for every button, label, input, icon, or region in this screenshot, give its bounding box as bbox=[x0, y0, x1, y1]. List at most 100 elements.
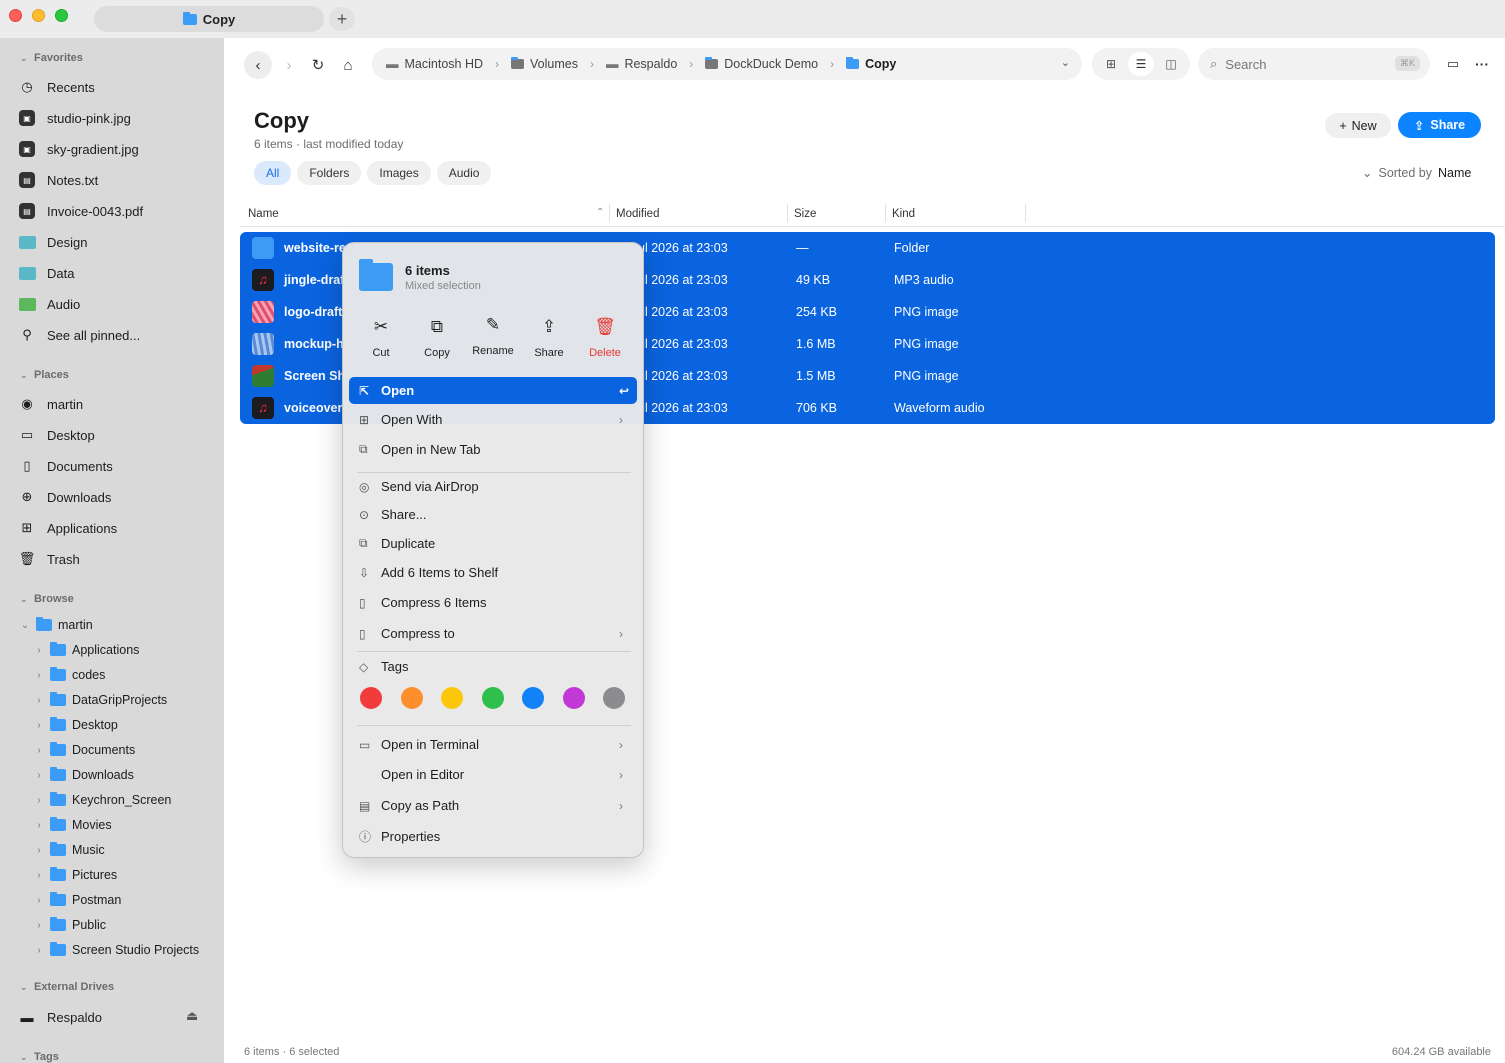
zoom-window-button[interactable] bbox=[55, 9, 68, 22]
tags-section-header[interactable]: ⌄ Tags bbox=[0, 1045, 59, 1063]
browse-tree-item[interactable]: › Applications bbox=[34, 639, 139, 661]
eject-icon[interactable]: ⏏ bbox=[186, 1008, 198, 1024]
sidebar-item-respaldo[interactable]: ▬ Respaldo bbox=[18, 1004, 102, 1030]
tag-color-dot[interactable] bbox=[522, 687, 544, 709]
menu-item-open-in-editor[interactable]: Open in Editor › bbox=[349, 761, 637, 788]
tab-copy[interactable]: Copy bbox=[94, 6, 324, 32]
breadcrumb-item[interactable]: ▬ Respaldo bbox=[606, 57, 677, 71]
browse-tree-item[interactable]: › DataGripProjects bbox=[34, 689, 167, 711]
column-view-icon[interactable]: ◫ bbox=[1158, 52, 1184, 76]
browse-tree-item[interactable]: › Keychron_Screen bbox=[34, 789, 171, 811]
share-button[interactable]: ⇪ Share bbox=[1398, 112, 1481, 138]
tag-color-dot[interactable] bbox=[481, 687, 504, 709]
sidebar-item-trash[interactable]: 🗑 Trash bbox=[18, 546, 80, 572]
browse-section-header[interactable]: ⌄ Browse bbox=[0, 587, 74, 611]
reload-button[interactable]: ↻ bbox=[308, 51, 328, 79]
sidebar-item-see-all-pinned[interactable]: ⚲ See all pinned... bbox=[18, 322, 140, 348]
browse-tree-item[interactable]: › codes bbox=[34, 664, 105, 686]
sort-control[interactable]: ⌄ Sorted by Name bbox=[1362, 165, 1471, 181]
copy-button[interactable]: ⧉ Copy bbox=[411, 317, 463, 359]
menu-item-open-in-terminal[interactable]: ▭ Open in Terminal › bbox=[349, 731, 637, 758]
sidebar-item-notes[interactable]: ▤ Notes.txt bbox=[18, 167, 98, 193]
search-input[interactable]: Search bbox=[1225, 57, 1266, 72]
menu-item-tags[interactable]: ◇ Tags bbox=[349, 653, 637, 680]
forward-button[interactable]: › bbox=[280, 51, 298, 79]
breadcrumb-item[interactable]: DockDuck Demo bbox=[705, 57, 818, 71]
breadcrumb-item[interactable]: Volumes bbox=[511, 57, 578, 71]
list-view-icon[interactable]: ☰ bbox=[1128, 52, 1154, 76]
sidebar-item-invoice[interactable]: ▤ Invoice-0043.pdf bbox=[18, 198, 143, 224]
menu-item-share[interactable]: ⊙ Share... bbox=[349, 501, 637, 528]
grid-view-icon[interactable]: ⊞ bbox=[1098, 52, 1124, 76]
menu-item-open[interactable]: ⇱ Open ↩ bbox=[349, 377, 637, 404]
sidebar-item-sky-gradient[interactable]: ▣ sky-gradient.jpg bbox=[18, 136, 139, 162]
browse-tree-item[interactable]: › Postman bbox=[34, 889, 121, 911]
places-section-header[interactable]: ⌄ Places bbox=[0, 363, 69, 387]
column-header-kind[interactable]: Kind bbox=[892, 202, 915, 226]
browse-tree-item[interactable]: › Movies bbox=[34, 814, 112, 836]
tag-color-dot[interactable] bbox=[360, 687, 382, 709]
new-tab-button[interactable]: + bbox=[329, 7, 355, 31]
sidebar-item-studio-pink[interactable]: ▣ studio-pink.jpg bbox=[18, 105, 131, 131]
share-action-button[interactable]: ⇪ Share bbox=[523, 317, 575, 359]
menu-item-compress-6-items[interactable]: ▯ Compress 6 Items bbox=[349, 589, 637, 616]
sidebar-item-design[interactable]: Design bbox=[18, 229, 87, 255]
new-button[interactable]: + New bbox=[1325, 113, 1391, 138]
menu-item-open-with[interactable]: ⊞ Open With › bbox=[349, 406, 637, 433]
external-drives-section-header[interactable]: ⌄ External Drives bbox=[0, 975, 114, 999]
search-shortcut-badge: ⌘K bbox=[1394, 56, 1420, 71]
home-button[interactable]: ⌂ bbox=[338, 51, 358, 79]
column-divider[interactable] bbox=[1025, 204, 1026, 222]
minimize-window-button[interactable] bbox=[32, 9, 45, 22]
tag-color-dot[interactable] bbox=[603, 687, 625, 709]
browse-tree-item[interactable]: › Screen Studio Projects bbox=[34, 939, 199, 961]
close-window-button[interactable] bbox=[9, 9, 22, 22]
sidebar-item-downloads[interactable]: ⊕ Downloads bbox=[18, 484, 112, 510]
browse-tree-item[interactable]: › Public bbox=[34, 914, 106, 936]
menu-item-open-in-new-tab[interactable]: ⧉ Open in New Tab bbox=[349, 436, 637, 463]
more-button[interactable]: ··· bbox=[1472, 52, 1492, 76]
toggle-sidebar-button[interactable]: ▭ bbox=[1442, 52, 1464, 76]
breadcrumb-item-current[interactable]: Copy bbox=[846, 57, 896, 71]
column-divider[interactable] bbox=[787, 204, 788, 222]
browse-root-martin[interactable]: ⌄ martin bbox=[20, 614, 93, 636]
menu-item-duplicate[interactable]: ⧉ Duplicate bbox=[349, 530, 637, 557]
sidebar-item-audio[interactable]: Audio bbox=[18, 291, 80, 317]
sidebar-item-applications[interactable]: ⊞ Applications bbox=[18, 515, 118, 541]
sidebar-item-recents[interactable]: ◷ Recents bbox=[18, 74, 94, 100]
tag-color-dot[interactable] bbox=[400, 687, 423, 709]
cut-button[interactable]: ✂ Cut bbox=[355, 317, 407, 359]
sidebar-item-documents[interactable]: ▯ Documents bbox=[18, 453, 112, 479]
search-field[interactable]: ⌕ Search ⌘K bbox=[1198, 48, 1430, 80]
delete-button[interactable]: 🗑 Delete bbox=[579, 317, 631, 359]
tag-color-dot[interactable] bbox=[562, 687, 585, 709]
column-header-modified[interactable]: Modified bbox=[616, 202, 659, 226]
browse-tree-item[interactable]: › Desktop bbox=[34, 714, 118, 736]
browse-tree-item[interactable]: › Downloads bbox=[34, 764, 134, 786]
menu-item-copy-as-path[interactable]: ▤ Copy as Path › bbox=[349, 792, 637, 819]
sidebar-item-martin[interactable]: ◉ martin bbox=[18, 391, 83, 417]
column-divider[interactable] bbox=[609, 204, 610, 222]
rename-button[interactable]: ✎ Rename bbox=[467, 315, 519, 357]
chevron-down-icon[interactable]: ⌄ bbox=[1061, 56, 1070, 69]
tag-color-dot[interactable] bbox=[441, 687, 463, 709]
back-button[interactable]: ‹ bbox=[244, 51, 272, 79]
filter-audio[interactable]: Audio bbox=[436, 161, 492, 185]
menu-item-properties[interactable]: ⓘ Properties bbox=[349, 823, 637, 850]
favorites-section-header[interactable]: ⌄ Favorites bbox=[0, 46, 83, 70]
browse-tree-item[interactable]: › Music bbox=[34, 839, 105, 861]
browse-tree-item[interactable]: › Documents bbox=[34, 739, 135, 761]
column-header-size[interactable]: Size bbox=[794, 202, 816, 226]
sidebar-item-data[interactable]: Data bbox=[18, 260, 74, 286]
breadcrumb-item[interactable]: ▬ Macintosh HD bbox=[386, 57, 483, 71]
menu-item-compress-to[interactable]: ▯ Compress to › bbox=[349, 620, 637, 647]
sidebar-item-desktop[interactable]: ▭ Desktop bbox=[18, 422, 95, 448]
browse-tree-item[interactable]: › Pictures bbox=[34, 864, 117, 886]
menu-item-add-6-items-to-shelf[interactable]: ⇩ Add 6 Items to Shelf bbox=[349, 559, 637, 586]
filter-images[interactable]: Images bbox=[367, 161, 431, 185]
filter-folders[interactable]: Folders bbox=[297, 161, 362, 185]
column-header-name[interactable]: Name bbox=[248, 202, 279, 226]
column-divider[interactable] bbox=[885, 204, 886, 222]
menu-item-send-via-airdrop[interactable]: ◎ Send via AirDrop bbox=[349, 473, 637, 500]
filter-all[interactable]: All bbox=[254, 161, 292, 185]
